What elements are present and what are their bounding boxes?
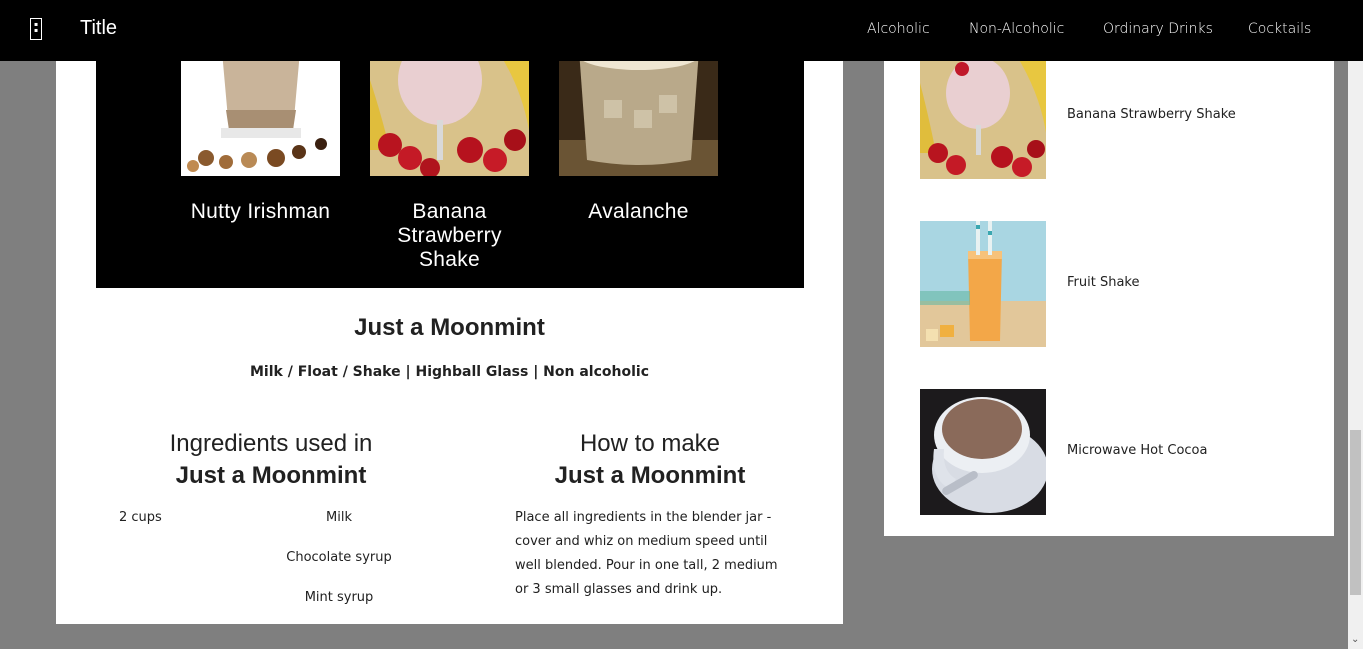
ingredient-quantity: 2 cups <box>119 510 162 525</box>
drink-detail-card: Nutty Irishman Banana Strawberry Shake A… <box>56 0 843 624</box>
microwave-hot-cocoa-photo[interactable] <box>920 389 1046 515</box>
nav-link-alcoholic[interactable]: Alcoholic <box>867 21 930 37</box>
brand-title[interactable]: Title <box>80 17 117 40</box>
carousel-caption[interactable]: Banana Strawberry Shake <box>370 200 529 272</box>
related-drink-item[interactable]: Fruit Shake <box>920 221 1300 347</box>
carousel-item[interactable]: Banana Strawberry Shake <box>370 40 529 272</box>
how-to-make-heading-text: How to make <box>579 430 721 457</box>
navbar: ▪ ▪ Title Alcoholic Non-Alcoholic Ordinar… <box>0 0 1363 61</box>
carousel-item[interactable]: Avalanche <box>559 40 718 224</box>
ingredients-heading-drink: Just a Moonmint <box>175 462 367 489</box>
related-drink-label[interactable]: Fruit Shake <box>1067 275 1139 290</box>
related-drink-item[interactable]: Banana Strawberry Shake <box>920 53 1300 179</box>
nav-link-non-alcoholic[interactable]: Non-Alcoholic <box>969 21 1064 37</box>
fruit-shake-photo[interactable] <box>920 221 1046 347</box>
ingredients-heading-text: Ingredients used in <box>169 430 373 457</box>
carousel-caption[interactable]: Avalanche <box>559 200 718 224</box>
ingredient-name: Mint syrup <box>304 590 374 605</box>
scrollbar-thumb[interactable] <box>1350 430 1361 595</box>
ingredient-name: Chocolate syrup <box>286 550 392 565</box>
ingredients-heading: Ingredients used in Just a Moonmint <box>111 428 431 492</box>
nav-link-cocktails[interactable]: Cocktails <box>1248 21 1311 37</box>
nav-link-ordinary-drinks[interactable]: Ordinary Drinks <box>1103 21 1213 37</box>
carousel-item[interactable]: Nutty Irishman <box>181 40 340 224</box>
banana-strawberry-shake-photo[interactable] <box>920 53 1046 179</box>
related-drink-label[interactable]: Microwave Hot Cocoa <box>1067 443 1207 458</box>
related-drink-item[interactable]: Microwave Hot Cocoa <box>920 389 1300 515</box>
related-drink-label[interactable]: Banana Strawberry Shake <box>1067 107 1236 122</box>
logo-icon[interactable]: ▪ ▪ <box>30 18 42 40</box>
carousel-caption[interactable]: Nutty Irishman <box>181 200 340 224</box>
scroll-down-arrow-icon[interactable]: ⌄ <box>1351 634 1359 645</box>
how-to-make-heading: How to make Just a Moonmint <box>490 428 810 492</box>
instructions-text: Place all ingredients in the blender jar… <box>515 510 778 597</box>
page-scrollbar[interactable]: ⌄ <box>1348 61 1363 649</box>
ingredient-name: Milk <box>326 510 352 525</box>
how-to-make-heading-drink: Just a Moonmint <box>554 462 746 489</box>
drink-meta: Milk / Float / Shake | Highball Glass | … <box>250 364 649 380</box>
drink-title: Just a Moonmint <box>354 314 545 341</box>
related-drinks-card: Banana Strawberry Shake Fruit Shake Micr… <box>884 0 1334 536</box>
